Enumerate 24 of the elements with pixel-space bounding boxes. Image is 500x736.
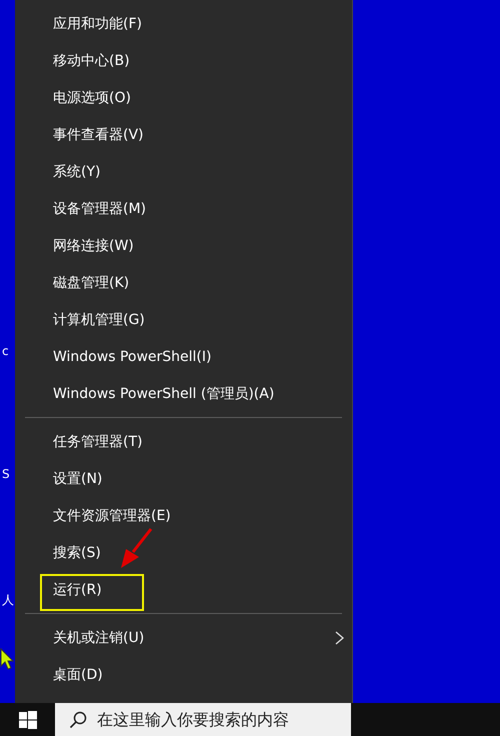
menu-item[interactable]: 系统(Y) <box>15 153 352 190</box>
menu-item[interactable]: Windows PowerShell(I) <box>15 338 352 375</box>
desktop-icon-label: S <box>2 467 10 481</box>
menu-item[interactable]: 事件查看器(V) <box>15 116 352 153</box>
menu-item[interactable]: 设置(N) <box>15 460 352 497</box>
menu-item[interactable]: 计算机管理(G) <box>15 301 352 338</box>
search-icon <box>69 711 87 729</box>
menu-item[interactable]: 移动中心(B) <box>15 42 352 79</box>
desktop-icon-label: 人 <box>2 592 14 609</box>
menu-item[interactable]: 文件资源管理器(E) <box>15 497 352 534</box>
desktop-icon-label: c <box>2 344 9 358</box>
windows-logo-icon <box>18 710 36 728</box>
menu-item[interactable]: 电源选项(O) <box>15 79 352 116</box>
menu-item[interactable]: 搜索(S) <box>15 534 352 571</box>
menu-item[interactable]: 设备管理器(M) <box>15 190 352 227</box>
search-field[interactable]: 在这里输入你要搜索的内容 <box>55 703 351 736</box>
menu-item[interactable]: 任务管理器(T) <box>15 423 352 460</box>
menu-item[interactable]: 应用和功能(F) <box>15 5 352 42</box>
menu-item[interactable]: Windows PowerShell (管理员)(A) <box>15 375 352 412</box>
menu-item[interactable]: 桌面(D) <box>15 656 352 693</box>
menu-item[interactable]: 磁盘管理(K) <box>15 264 352 301</box>
menu-item[interactable]: 关机或注销(U) <box>15 619 352 656</box>
menu-item[interactable]: 网络连接(W) <box>15 227 352 264</box>
menu-item[interactable]: 运行(R) <box>15 571 352 608</box>
